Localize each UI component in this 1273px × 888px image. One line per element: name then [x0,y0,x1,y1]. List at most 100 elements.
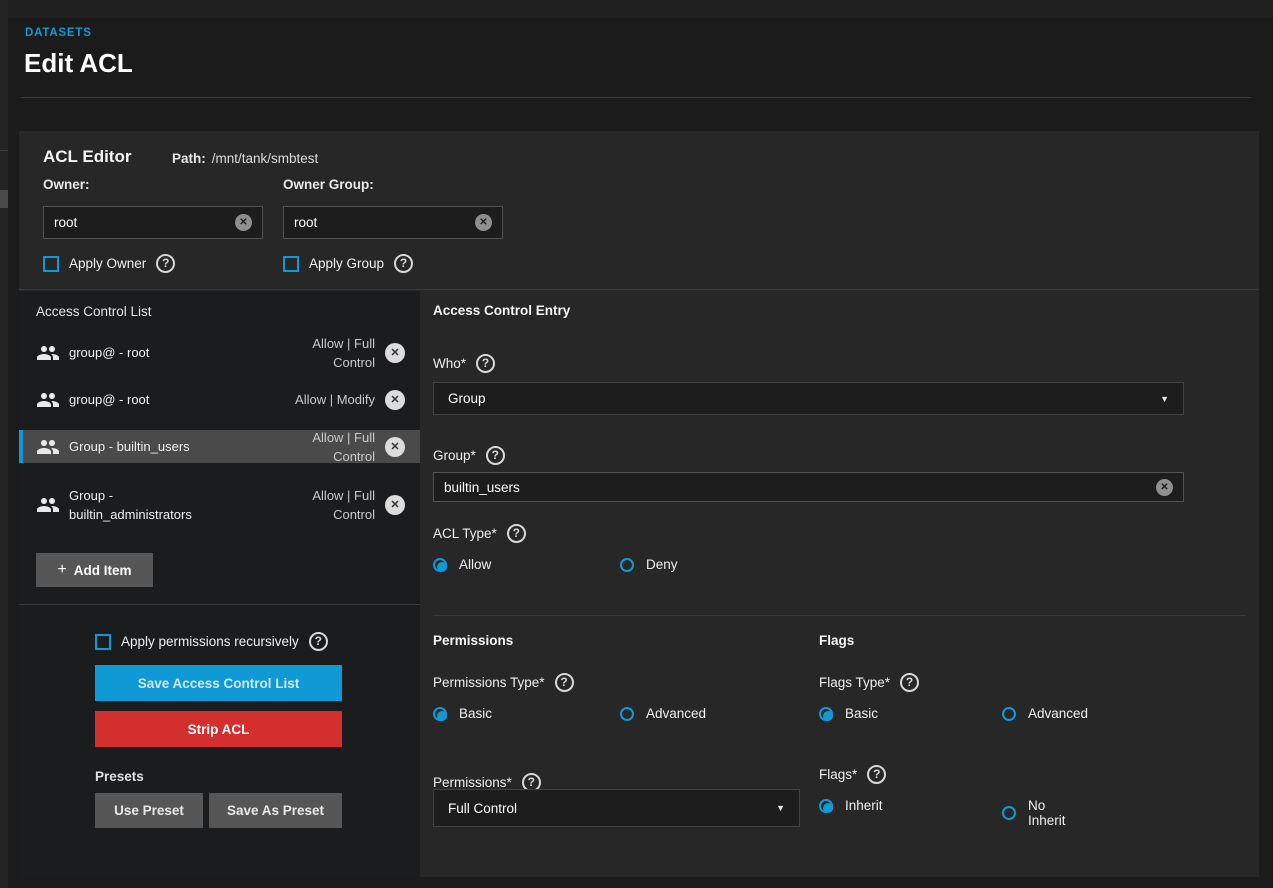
acl-item-detail: Allow | Full Control [281,428,375,466]
group-input-wrap: ✕ [433,472,1184,502]
save-as-preset-button[interactable]: Save As Preset [209,793,342,828]
owner-input[interactable] [54,215,235,230]
apply-owner-help-icon[interactable]: ? [156,254,175,273]
flags-type-help-icon[interactable]: ? [900,673,919,692]
permissions-label: Permissions* [433,775,512,790]
radio-allow[interactable]: Allow [433,557,491,572]
who-label: Who* [433,356,466,371]
radio-advanced-label: Advanced [646,706,706,721]
apply-owner-label: Apply Owner [69,256,146,271]
recursive-help-icon[interactable]: ? [309,632,328,651]
flags-type-label-row: Flags Type* ? [819,673,919,692]
apply-group-help-icon[interactable]: ? [394,254,413,273]
permissions-type-label-row: Permissions Type* ? [433,673,574,692]
permissions-type-radio-group: Basic Advanced [433,706,492,721]
strip-acl-button[interactable]: Strip ACL [95,711,342,747]
flags-type-label: Flags Type* [819,675,890,690]
access-control-list-panel: Access Control List group@ - root Allow … [19,291,420,877]
who-select-value: Group [448,391,1160,406]
radio-circle-icon [819,799,833,813]
acl-editor-title: ACL Editor [43,147,131,167]
remove-item-icon[interactable]: ✕ [385,390,405,410]
use-preset-button[interactable]: Use Preset [95,793,203,828]
apply-group-checkbox[interactable] [283,256,299,272]
group-input[interactable] [444,480,1156,495]
recursive-checkbox[interactable] [95,634,111,650]
chevron-down-icon: ▼ [776,803,785,813]
ace-title: Access Control Entry [433,303,570,318]
sidebar-divider [0,150,8,151]
acl-item-name: Group - builtin_users [69,437,190,456]
radio-no-inherit[interactable]: No Inherit [1002,798,1066,828]
people-icon [36,341,60,365]
acl-item-name: group@ - root [69,390,149,409]
remove-item-icon[interactable]: ✕ [385,437,405,457]
remove-item-icon[interactable]: ✕ [385,495,405,515]
radio-circle-icon [1002,806,1016,820]
radio-circle-icon [433,707,447,721]
add-item-button[interactable]: + Add Item [36,553,153,587]
group-label-row: Group* ? [433,446,505,465]
owner-group-input[interactable] [294,215,475,230]
flags-label-row: Flags* ? [819,765,886,784]
radio-circle-icon [620,707,634,721]
left-panel-divider [19,604,420,605]
clear-owner-icon[interactable]: ✕ [235,214,252,231]
apply-group-row: Apply Group ? [283,254,413,273]
remove-item-icon[interactable]: ✕ [385,343,405,363]
radio-allow-label: Allow [459,557,491,572]
acl-type-radio-group: Allow Deny [433,557,491,572]
acl-list-item[interactable]: Group - builtin_administrators Allow | F… [19,474,420,536]
flags-help-icon[interactable]: ? [867,765,886,784]
header-divider [21,97,1251,98]
acl-list-item[interactable]: group@ - root Allow | Modify ✕ [19,383,420,416]
nav-sidebar-edge [0,0,8,888]
radio-flags-basic[interactable]: Basic [819,706,878,721]
who-select[interactable]: Group ▼ [433,382,1184,415]
radio-circle-icon [433,558,447,572]
acl-editor-header-section: ACL Editor Path:/mnt/tank/smbtest Owner:… [19,131,1259,290]
apply-group-label: Apply Group [309,256,384,271]
acl-item-name: group@ - root [69,343,149,362]
chevron-down-icon: ▼ [1160,394,1169,404]
radio-circle-icon [1002,707,1016,721]
radio-inherit-label: Inherit [845,798,883,813]
permissions-type-help-icon[interactable]: ? [555,673,574,692]
flags-section: Flags Flags Type* ? Basic Advanced Flags… [819,633,1246,877]
presets-title: Presets [95,769,144,784]
flags-type-radio-group: Basic Advanced [819,706,878,721]
acl-type-label: ACL Type* [433,526,497,541]
acl-list-item-selected[interactable]: Group - builtin_users Allow | Full Contr… [19,430,420,463]
acl-editor-card: ACL Editor Path:/mnt/tank/smbtest Owner:… [19,131,1259,877]
flags-radio-group: Inherit No Inherit [819,798,883,813]
radio-deny[interactable]: Deny [620,557,678,572]
path-value: /mnt/tank/smbtest [212,151,319,166]
acl-type-help-icon[interactable]: ? [507,524,526,543]
breadcrumb[interactable]: DATASETS [25,27,92,39]
apply-owner-checkbox[interactable] [43,256,59,272]
who-help-icon[interactable]: ? [476,354,495,373]
radio-basic-label: Basic [845,706,878,721]
who-label-row: Who* ? [433,354,495,373]
clear-group-icon[interactable]: ✕ [1156,479,1173,496]
acl-list-item[interactable]: group@ - root Allow | Full Control ✕ [19,336,420,369]
radio-deny-label: Deny [646,557,678,572]
radio-flags-advanced[interactable]: Advanced [1002,706,1088,721]
radio-advanced-label: Advanced [1028,706,1088,721]
group-help-icon[interactable]: ? [486,446,505,465]
permissions-select[interactable]: Full Control ▼ [433,789,800,827]
save-acl-button[interactable]: Save Access Control List [95,665,342,701]
path-row: Path:/mnt/tank/smbtest [172,151,318,166]
clear-owner-group-icon[interactable]: ✕ [475,214,492,231]
radio-circle-icon [620,558,634,572]
flags-heading: Flags [819,633,854,648]
radio-permissions-basic[interactable]: Basic [433,706,492,721]
access-control-entry-panel: Access Control Entry Who* ? Group ▼ Grou… [420,291,1259,877]
acl-item-detail: Allow | Modify [295,390,375,409]
radio-inherit[interactable]: Inherit [819,798,883,813]
radio-permissions-advanced[interactable]: Advanced [620,706,706,721]
page-title: Edit ACL [24,48,133,79]
owner-input-wrap: ✕ [43,206,263,239]
people-icon [36,435,60,459]
permissions-select-value: Full Control [448,801,776,816]
